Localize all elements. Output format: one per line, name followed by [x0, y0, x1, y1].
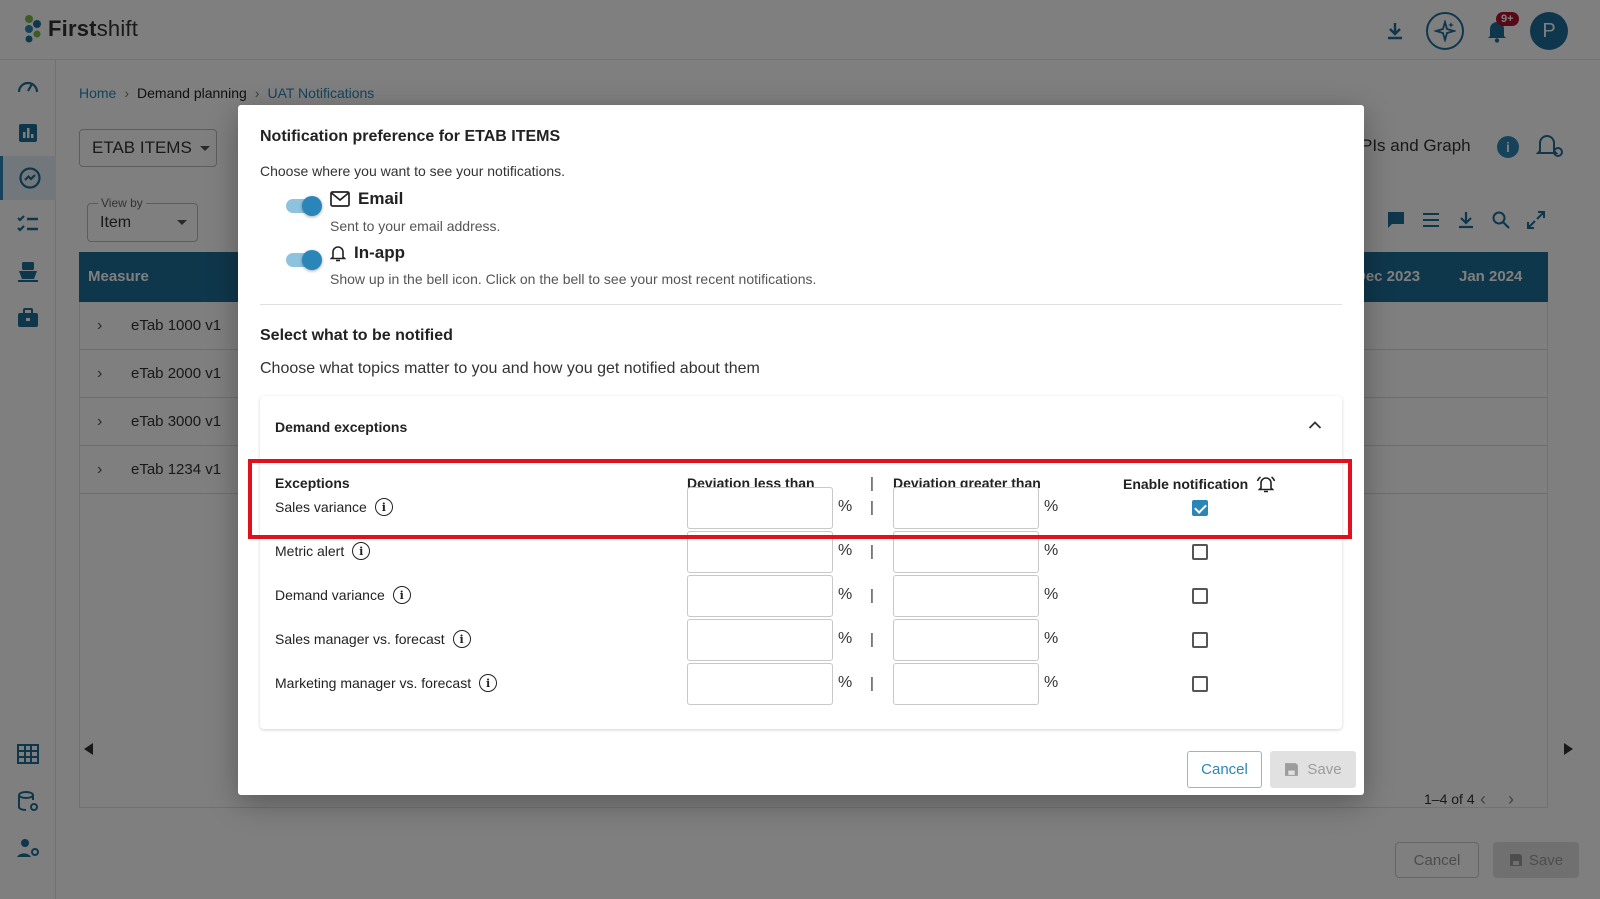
percent-sign: %: [838, 630, 853, 647]
mail-icon: [330, 191, 350, 207]
in-app-channel-title: In-app: [354, 243, 405, 262]
dialog-title: Notification preference for ETAB ITEMS: [260, 128, 561, 145]
exception-name: Demand variance: [275, 587, 385, 603]
enable-notification-checkbox[interactable]: [1192, 632, 1208, 648]
enable-notification-checkbox[interactable]: [1192, 676, 1208, 692]
value-separator: |: [870, 543, 874, 560]
email-channel-title: Email: [358, 189, 404, 208]
save-icon: [1285, 763, 1299, 776]
exception-label: Demand variance i: [275, 586, 411, 604]
topics-section-title: Select what to be notified: [260, 327, 453, 344]
percent-sign: %: [1044, 586, 1059, 603]
percent-sign: %: [1044, 542, 1059, 559]
exception-label: Marketing manager vs. forecast i: [275, 674, 498, 692]
notification-preference-dialog: Notification preference for ETAB ITEMS C…: [238, 105, 1364, 795]
panel-title[interactable]: Demand exceptions: [275, 419, 407, 435]
highlight-annotation-box: [248, 459, 1352, 539]
percent-sign: %: [1044, 630, 1059, 647]
deviation-greater-input[interactable]: [893, 663, 1039, 705]
info-circle-icon[interactable]: i: [352, 542, 371, 560]
exception-name: Sales manager vs. forecast: [275, 631, 445, 647]
info-circle-icon[interactable]: i: [392, 586, 411, 604]
toggle-knob: [302, 250, 322, 270]
info-circle-icon[interactable]: i: [452, 630, 471, 648]
email-toggle[interactable]: [284, 194, 322, 216]
demand-exceptions-panel: Demand exceptions Exceptions Deviation l…: [260, 396, 1342, 729]
dialog-save-label: Save: [1307, 761, 1342, 778]
dialog-subtitle: Choose where you want to see your notifi…: [260, 163, 566, 179]
deviation-less-input[interactable]: [687, 575, 833, 617]
value-separator: |: [870, 631, 874, 648]
dialog-cancel-button[interactable]: Cancel: [1187, 751, 1262, 788]
dialog-save-button[interactable]: Save: [1270, 751, 1356, 788]
info-circle-icon[interactable]: i: [479, 674, 498, 692]
percent-sign: %: [838, 674, 853, 691]
value-separator: |: [870, 587, 874, 604]
percent-sign: %: [838, 586, 853, 603]
deviation-greater-input[interactable]: [893, 575, 1039, 617]
topics-section-subtitle: Choose what topics matter to you and how…: [260, 360, 760, 377]
enable-notification-checkbox[interactable]: [1192, 544, 1208, 560]
percent-sign: %: [838, 542, 853, 559]
chevron-up-icon[interactable]: [1308, 420, 1322, 430]
exception-label: Metric alert i: [275, 542, 371, 560]
toggle-knob: [302, 196, 322, 216]
email-channel-heading: Email: [330, 189, 403, 209]
email-channel-description: Sent to your email address.: [330, 218, 501, 234]
percent-sign: %: [1044, 674, 1059, 691]
bell-outline-icon: [330, 246, 346, 262]
section-divider: [260, 304, 1342, 305]
exception-label: Sales manager vs. forecast i: [275, 630, 471, 648]
deviation-greater-input[interactable]: [893, 619, 1039, 661]
exception-name: Metric alert: [275, 543, 345, 559]
exception-name: Marketing manager vs. forecast: [275, 675, 472, 691]
in-app-toggle[interactable]: [284, 248, 322, 270]
enable-notification-checkbox[interactable]: [1192, 588, 1208, 604]
value-separator: |: [870, 675, 874, 692]
deviation-less-input[interactable]: [687, 663, 833, 705]
in-app-channel-heading: In-app: [330, 243, 405, 263]
deviation-less-input[interactable]: [687, 619, 833, 661]
in-app-channel-description: Show up in the bell icon. Click on the b…: [330, 271, 817, 287]
